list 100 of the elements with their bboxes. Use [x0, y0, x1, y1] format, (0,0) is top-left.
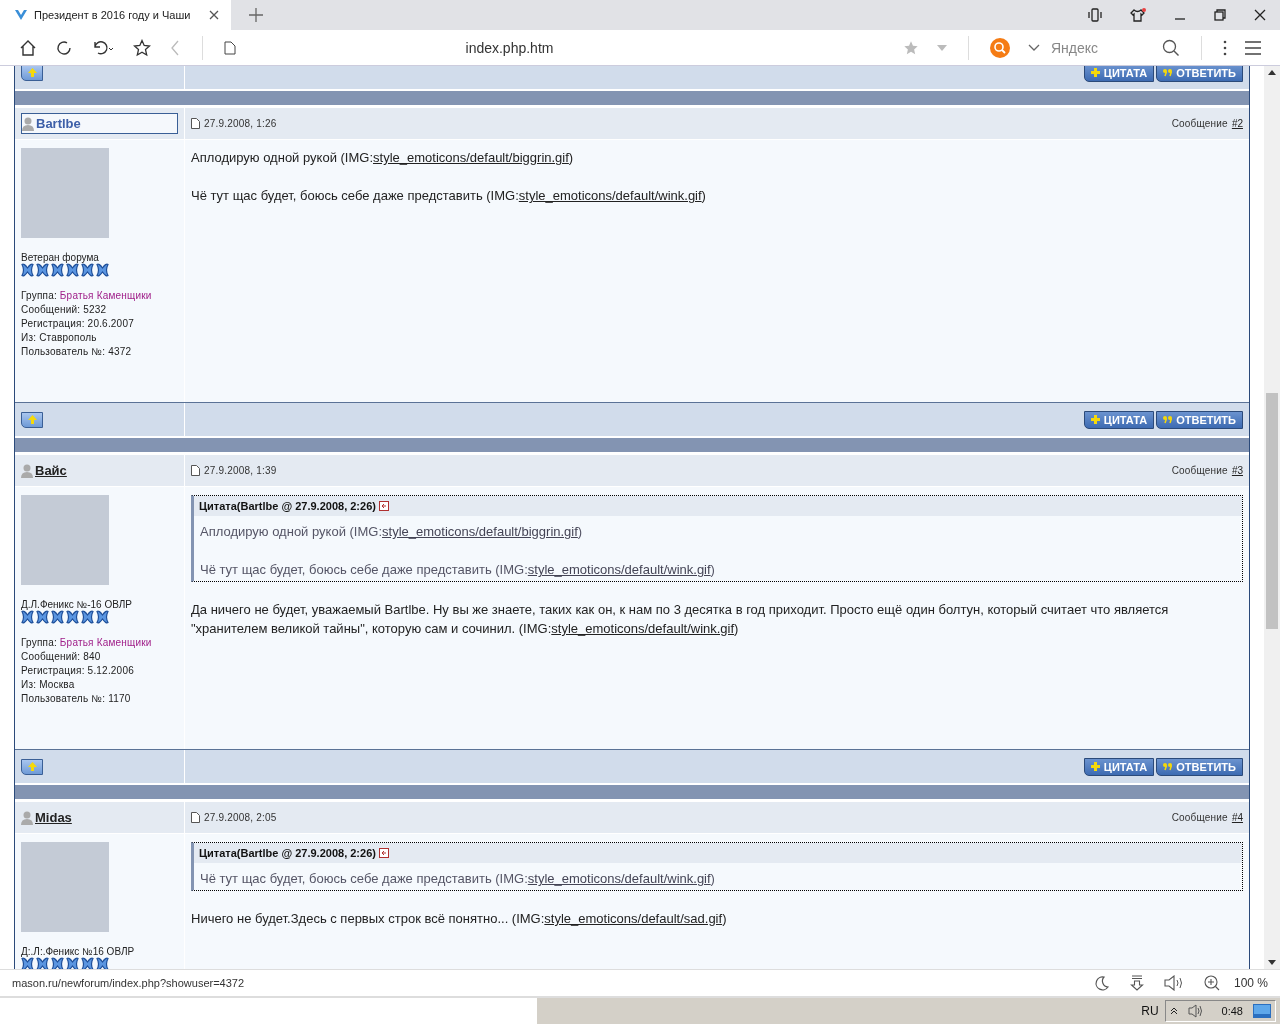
- scroll-up-button[interactable]: [21, 66, 43, 81]
- speaker-icon[interactable]: [1163, 975, 1184, 991]
- post-number-link[interactable]: #4: [1231, 812, 1243, 823]
- member-rank: Д.Л.Феникс №-16 ОВЛР: [21, 599, 133, 610]
- arrow-up-icon: [27, 415, 37, 424]
- reply-button[interactable]: ОТВЕТИТЬ: [1156, 757, 1243, 776]
- person-icon: [22, 116, 34, 131]
- message-label: Сообщение: [1171, 118, 1228, 129]
- search-icon[interactable]: [1162, 38, 1180, 57]
- close-icon[interactable]: [1254, 9, 1266, 21]
- post-icon: [191, 465, 200, 476]
- post-number-link[interactable]: #2: [1231, 118, 1243, 129]
- volume-icon[interactable]: [1187, 1004, 1204, 1018]
- post-date: 27.9.2008, 1:39: [204, 465, 277, 476]
- quote-mark-icon: [1163, 68, 1173, 77]
- member-rank: Ветеран форума: [21, 252, 100, 263]
- language-indicator[interactable]: RU: [1141, 1004, 1159, 1018]
- post-text: Да ничего не будет, уважаемый Bartlbe. Ну вы же знаете, таких как он, к нам по 3 десятка в год приходит. Просто ещё один болтун, который считает что является "хранителем великой тайны", которую сам и сочинил. (IMG:style_emoticons/default/wink.gif): [191, 601, 1170, 638]
- address-bar[interactable]: index.php.htm: [245, 39, 894, 56]
- plus-icon: [1090, 762, 1100, 771]
- message-label: Сообщение: [1171, 465, 1228, 476]
- quote-button[interactable]: ЦИТАТА: [1083, 757, 1155, 776]
- arrow-up-icon: [27, 762, 37, 771]
- quote-text: Чё тут щас будет, боюсь себе даже представить (IMG:style_emoticons/default/wink.gif): [200, 561, 716, 579]
- browser-logo-icon: [14, 8, 28, 22]
- search-engine-icon[interactable]: [990, 37, 1010, 58]
- quote-button[interactable]: ЦИТАТА: [1083, 66, 1155, 82]
- menu-icon[interactable]: [1245, 40, 1261, 55]
- chevron-icon[interactable]: [1028, 43, 1040, 52]
- image-link[interactable]: style_emoticons/default/biggrin.gif: [373, 150, 569, 165]
- scrollbar[interactable]: [1264, 66, 1280, 969]
- member-info: Из: Ставрополь: [21, 331, 98, 345]
- quote-title: Цитата(Bartlbe @ 27.9.2008, 2:26): [199, 500, 376, 512]
- member-group: Группа: Братья Каменщики: [21, 636, 178, 650]
- close-tab-icon[interactable]: [209, 10, 219, 20]
- image-link[interactable]: style_emoticons/default/biggrin.gif: [382, 524, 578, 539]
- member-info: Сообщений: 5232: [21, 303, 108, 317]
- image-link[interactable]: style_emoticons/default/wink.gif: [527, 562, 711, 577]
- post-icon: [191, 812, 200, 823]
- quote-mark-icon: [1163, 762, 1173, 771]
- member-info: Регистрация: 5.12.2006: [21, 664, 135, 678]
- view-quote-icon[interactable]: [378, 501, 389, 511]
- post-text: Ничего не будет.Здесь с первых строк всё понятно... (IMG:style_emoticons/default/sad.gif): [191, 910, 728, 928]
- quote-button[interactable]: ЦИТАТА: [1083, 410, 1155, 429]
- member-rank: Д:.Л:.Феникс №16 ОВЛР: [21, 946, 136, 957]
- post-text: Чё тут щас будет, боюсь себе даже представить (IMG:style_emoticons/default/wink.gif): [191, 187, 707, 205]
- post-number-link[interactable]: #3: [1231, 465, 1243, 476]
- plus-icon: [1090, 68, 1100, 77]
- clock: 0:48: [1221, 1005, 1243, 1017]
- reply-button[interactable]: ОТВЕТИТЬ: [1156, 66, 1243, 82]
- restore-icon[interactable]: [1214, 9, 1226, 21]
- scroll-up-button[interactable]: [21, 411, 43, 428]
- plus-icon: [1090, 415, 1100, 424]
- message-label: Сообщение: [1171, 812, 1228, 823]
- member-info: Из: Москва: [21, 678, 76, 692]
- download-icon[interactable]: [1129, 975, 1144, 991]
- status-url: mason.ru/newforum/index.php?showuser=4372: [12, 977, 245, 989]
- moon-icon[interactable]: [1093, 975, 1110, 991]
- scroll-up-arrow-icon[interactable]: [1268, 70, 1276, 75]
- post-icon: [191, 118, 200, 129]
- browser-tab[interactable]: Президент в 2016 году и Чаши: [0, 0, 231, 30]
- scrollbar-thumb[interactable]: [1266, 393, 1278, 629]
- image-link[interactable]: style_emoticons/default/sad.gif: [544, 911, 723, 926]
- member-info: Сообщений: 840: [21, 650, 102, 664]
- view-quote-icon[interactable]: [378, 848, 389, 858]
- quote-text: Чё тут щас будет, боюсь себе даже представить (IMG:style_emoticons/default/wink.gif): [200, 870, 716, 888]
- reload-icon[interactable]: [55, 38, 73, 57]
- author-link[interactable]: Midas: [21, 810, 72, 825]
- scroll-down-arrow-icon[interactable]: [1268, 960, 1276, 965]
- post-date: 27.9.2008, 2:05: [204, 812, 277, 823]
- person-icon: [21, 463, 33, 478]
- quote-title: Цитата(Bartlbe @ 27.9.2008, 2:26): [199, 847, 376, 859]
- scroll-up-button[interactable]: [21, 758, 43, 775]
- tab-title: Президент в 2016 году и Чаши: [34, 9, 192, 21]
- zoom-in-icon[interactable]: [1203, 975, 1220, 991]
- person-icon: [21, 810, 33, 825]
- image-link[interactable]: style_emoticons/default/wink.gif: [518, 188, 702, 203]
- author-link[interactable]: Вайс: [21, 463, 67, 478]
- post-date: 27.9.2008, 1:26: [204, 118, 277, 129]
- new-tab-icon[interactable]: [249, 8, 263, 22]
- author-link[interactable]: Bartlbe: [21, 113, 178, 134]
- member-info: Пользователь №: 4372: [21, 345, 133, 359]
- arrow-up-icon: [27, 68, 37, 77]
- member-group: Группа: Братья Каменщики: [21, 289, 178, 303]
- undo-icon[interactable]: [91, 38, 115, 57]
- reply-button[interactable]: ОТВЕТИТЬ: [1156, 410, 1243, 429]
- chevron-up-icon[interactable]: [1169, 1007, 1178, 1015]
- quote-text: Аплодирую одной рукой (IMG:style_emoticons/default/biggrin.gif): [200, 523, 584, 541]
- star-icon[interactable]: [133, 38, 151, 57]
- image-link[interactable]: style_emoticons/default/wink.gif: [527, 871, 711, 886]
- member-info: Пользователь №: 1170: [21, 692, 132, 706]
- page-icon: [224, 40, 236, 55]
- home-icon[interactable]: [19, 38, 37, 57]
- vibrate-icon[interactable]: [1088, 8, 1102, 22]
- shirt-icon[interactable]: [1130, 8, 1146, 22]
- bookmark-star-icon[interactable]: [903, 39, 919, 56]
- member-info: Регистрация: 20.6.2007: [21, 317, 135, 331]
- more-icon[interactable]: [1223, 39, 1227, 56]
- image-link[interactable]: style_emoticons/default/wink.gif: [551, 621, 735, 636]
- zoom-level[interactable]: 100 %: [1233, 976, 1268, 990]
